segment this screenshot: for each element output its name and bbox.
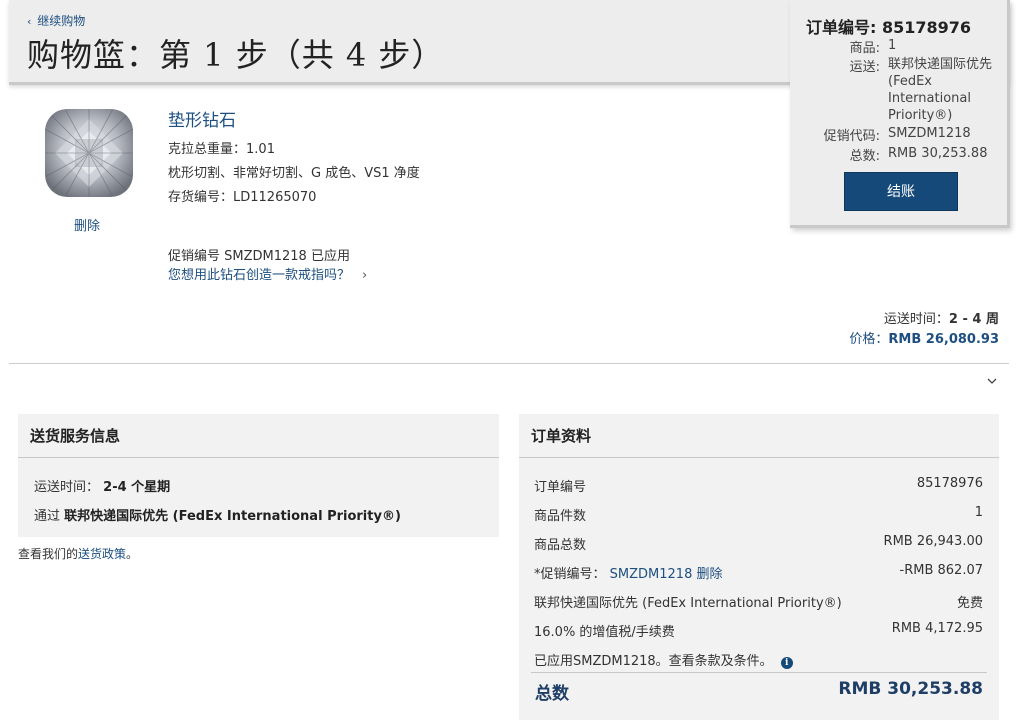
summary-total-label: 总数: [849,149,880,164]
order-row-label: 联邦快递国际优先 (FedEx International Priority®) [534,596,842,611]
summary-promo-row: 促销代码: SMZDM1218 [790,125,1010,144]
diamond-image [45,109,133,197]
chevron-left-icon: ‹ [27,15,32,28]
delivery-via: 通过 联邦快递国际优先 (FedEx International Priorit… [34,505,401,524]
order-total-row: 总数 RMB 30,253.88 [535,679,983,704]
order-row-value: 1 [974,505,983,520]
chevron-down-icon[interactable] [985,374,999,388]
delivery-info-panel: 送货服务信息 运送时间： 2-4 个星期 通过 联邦快递国际优先 (FedEx … [18,414,499,537]
shipping-policy-link[interactable]: 送货政策 [78,547,126,561]
order-row-label: 商品总数 [534,538,587,553]
order-terms-text[interactable]: 已应用SMZDM1218。查看条款及条件。 [534,654,773,669]
continue-shopping-link[interactable]: ‹ 继续购物 [27,12,85,29]
summary-shipping-value: 联邦快递国际优先 (FedEx International Priority®) [888,57,993,123]
item-ship-time-value: 2 - 4 周 [948,312,999,327]
order-row-value: RMB 4,172.95 [891,621,983,636]
order-total-label: 总数 [535,684,569,704]
section-divider [9,363,1009,364]
order-summary-box: 订单编号: 85178976 商品: 1 运送: 联邦快递国际优先 (FedEx… [790,0,1010,228]
order-total-value: RMB 30,253.88 [838,679,983,699]
shipping-policy-text: 查看我们的送货政策。 [18,545,138,562]
item-ship-time: 运送时间：2 - 4 周 [884,308,999,327]
order-row-value: 免费 [956,596,983,611]
create-ring-label: 您想用此钻石创造一款戒指吗？ [168,268,351,283]
policy-prefix: 查看我们的 [18,547,79,561]
product-carat: 克拉总重量：1.01 [168,138,275,157]
delivery-ship-time-label: 运送时间： [34,480,100,495]
summary-total-value: RMB 30,253.88 [888,146,988,161]
order-row-label: 16.0% 的增值税/手续费 [534,625,675,640]
delete-item-link[interactable]: 删除 [74,215,100,234]
delivery-via-label: 通过 [34,509,61,524]
order-row-value: 85178976 [916,476,983,491]
info-icon[interactable]: i [780,657,793,669]
product-name[interactable]: 垫形钻石 [168,106,236,131]
summary-items-label: 商品: [849,41,880,56]
order-panel-title: 订单资料 [519,414,999,458]
order-terms: 已应用SMZDM1218。查看条款及条件。 i [534,650,793,669]
item-ship-time-label: 运送时间： [883,312,949,327]
order-row-label: 订单编号 [534,480,587,495]
product-description: 枕形切割、非常好切割、G 成色、VS1 净度 [168,166,420,181]
carat-label: 克拉总重量： [168,142,247,157]
sku-value: LD11265070 [233,190,317,205]
delivery-ship-time: 运送时间： 2-4 个星期 [34,476,170,495]
summary-order-value: 85178976 [881,18,971,37]
delivery-panel-title: 送货服务信息 [18,414,499,458]
summary-shipping-label: 运送: [849,60,880,75]
item-price: 价格：RMB 26,080.93 [849,328,999,347]
order-promo-label-group: *促销编号： SMZDM1218 删除 [534,563,723,582]
summary-promo-value: SMZDM1218 [888,126,971,141]
summary-total-row: 总数: RMB 30,253.88 [790,145,1010,164]
checkout-button[interactable]: 结账 [844,172,958,211]
total-divider [531,672,987,673]
summary-items-row: 商品: 1 [790,37,1010,56]
chevron-right-icon: › [362,268,368,283]
sku-label: 存货编号： [168,190,234,205]
order-row-value: RMB 26,943.00 [883,534,983,549]
carat-value: 1.01 [246,142,275,157]
order-row-value: -RMB 862.07 [899,563,983,578]
summary-items-value: 1 [888,38,897,53]
summary-order-label: 订单编号: [805,18,877,37]
summary-shipping-row: 运送: 联邦快递国际优先 (FedEx International Priori… [790,56,1010,126]
policy-suffix: 。 [126,547,139,561]
promo-code-link[interactable]: SMZDM1218 [610,567,693,582]
page-title: 购物篮：第 1 步（共 4 步） [27,36,445,74]
summary-order-number: 订单编号: 85178976 [806,14,971,38]
continue-shopping-label: 继续购物 [37,14,86,28]
create-ring-link[interactable]: 您想用此钻石创造一款戒指吗？ › [168,264,367,283]
promo-applied-text: 促销编号 SMZDM1218 已应用 [168,249,350,264]
order-row-label: *促销编号： [534,567,606,582]
promo-delete-link[interactable]: 删除 [696,567,722,582]
order-row-label: 商品件数 [534,509,587,524]
item-price-label: 价格： [849,332,889,347]
summary-promo-label: 促销代码: [823,129,880,144]
order-info-panel: 订单资料 订单编号 85178976 商品件数 1 商品总数 RMB 26,94… [519,414,999,720]
delivery-via-value: 联邦快递国际优先 (FedEx International Priority®) [64,509,401,524]
delivery-ship-time-value: 2-4 个星期 [103,480,171,495]
item-price-value: RMB 26,080.93 [888,332,999,347]
product-sku: 存货编号：LD11265070 [168,186,316,205]
